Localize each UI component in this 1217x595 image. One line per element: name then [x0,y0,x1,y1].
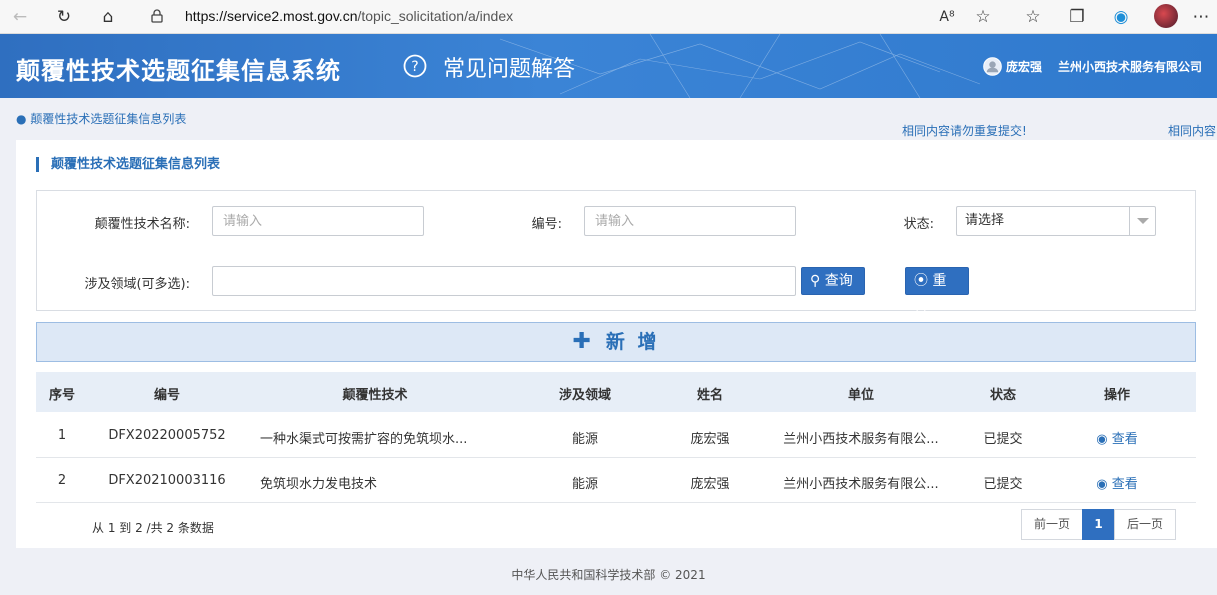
cell-tech: 免筑坝水力发电技术 [260,477,378,492]
eye-icon: ◉ [1096,477,1108,492]
status-select[interactable]: 请选择 [956,206,1156,236]
cell-tech: 一种水渠式可按需扩容的免筑坝水... [260,432,468,447]
col-header-name: 姓名 [696,388,723,403]
read-aloud-icon[interactable]: A⁸ [936,6,958,28]
cell-unit: 兰州小西技术服务有限公... [783,432,939,447]
edge-icon[interactable]: ◉ [1110,6,1132,28]
view-link[interactable]: ◉ 查看 [1038,428,1196,447]
add-button-label: 新 增 [605,331,660,353]
col-header-domain: 涉及领域 [558,388,611,403]
duplicate-notice-truncated: 相同内容 [1168,124,1217,138]
svg-text:?: ? [411,59,418,75]
status-select-value: 请选择 [965,213,1005,228]
system-title: 颠覆性技术选题征集信息系统 [16,57,341,85]
record-summary: 从 1 到 2 /共 2 条数据 [92,521,214,535]
panel-title: 颠覆性技术选题征集信息列表 [36,157,220,172]
domain-input[interactable] [212,266,796,296]
cell-unit: 兰州小西技术服务有限公... [783,477,939,492]
more-icon[interactable]: ⋯ [1190,6,1212,28]
back-icon[interactable]: ← [9,6,31,28]
query-button-label: 查询 [824,273,853,289]
faq-link[interactable]: 常见问题解答 [443,51,575,83]
company-name: 兰州小西技术服务有限公司 [1058,60,1203,74]
page-1-button[interactable]: 1 [1082,509,1115,540]
code-input[interactable] [584,206,796,236]
view-link-label: 查看 [1111,432,1138,447]
cell-index: 2 [57,473,67,488]
domain-label: 涉及领域(可多选): [84,277,190,292]
tech-name-input[interactable] [212,206,424,236]
status-label: 状态: [903,217,934,232]
breadcrumb-label: 颠覆性技术选题征集信息列表 [30,112,187,126]
eye-icon: ◉ [1096,432,1108,447]
home-icon[interactable]: ⌂ [97,6,119,28]
next-page-button[interactable]: 后一页 [1114,509,1176,540]
refresh-icon[interactable]: ↻ [53,6,75,28]
col-header-action: 操作 [1103,388,1130,403]
reset-icon: ⦿ [914,273,928,289]
col-header-status: 状态 [989,388,1016,403]
favorites-icon[interactable]: ☆ [1022,6,1044,28]
col-header-unit: 单位 [847,388,874,403]
breadcrumb[interactable]: ● 颠覆性技术选题征集信息列表 [16,110,186,127]
cell-status: 已提交 [983,477,1023,492]
cell-name: 庞宏强 [690,432,730,447]
location-pin-icon: ● [16,112,27,126]
col-header-tech: 颠覆性技术 [342,388,408,403]
duplicate-notice: 相同内容请勿重复提交! [902,124,1027,138]
lock-icon[interactable] [150,9,164,23]
search-icon: ⚲ [810,273,821,289]
col-header-index: 序号 [48,388,75,403]
code-label: 编号: [531,217,562,232]
view-link-label: 查看 [1111,477,1138,492]
cell-status: 已提交 [983,432,1023,447]
cell-name: 庞宏强 [690,477,730,492]
add-favorite-icon[interactable]: ☆ [972,6,994,28]
url-host: https://service2.most.gov.cn [185,8,358,24]
tech-name-label: 颠覆性技术名称: [94,217,190,232]
question-circle-icon[interactable]: ? [403,54,427,78]
plus-icon: ✚ [572,329,594,354]
chevron-down-icon[interactable] [1129,207,1155,235]
cell-index: 1 [57,428,67,443]
collections-icon[interactable]: ❐ [1066,6,1088,28]
browser-toolbar: ← ↻ ⌂ https://service2.most.gov.cn/topic… [0,0,1217,34]
prev-page-button[interactable]: 前一页 [1021,509,1083,540]
user-icon [983,57,1002,76]
address-bar[interactable]: https://service2.most.gov.cn/topic_solic… [185,0,513,33]
app-header: 颠覆性技术选题征集信息系统 ? 常见问题解答 庞宏强 兰州小西技术服务有限公司 [0,34,1217,98]
add-button[interactable]: ✚ 新 增 [36,322,1196,362]
reset-button[interactable]: ⦿ 重置 [905,267,969,315]
user-name[interactable]: 庞宏强 [1006,58,1042,75]
cell-domain: 能源 [571,477,598,492]
col-header-code: 编号 [153,388,180,403]
profile-avatar[interactable] [1154,4,1178,28]
footer: 中华人民共和国科学技术部 © 2021 [511,568,706,582]
cell-domain: 能源 [571,432,598,447]
query-button[interactable]: ⚲ 查询 [801,267,865,295]
url-path: /topic_solicitation/a/index [357,8,514,24]
view-link[interactable]: ◉ 查看 [1038,473,1196,492]
cell-code: DFX20220005752 [108,428,226,443]
cell-code: DFX20210003116 [108,473,226,488]
